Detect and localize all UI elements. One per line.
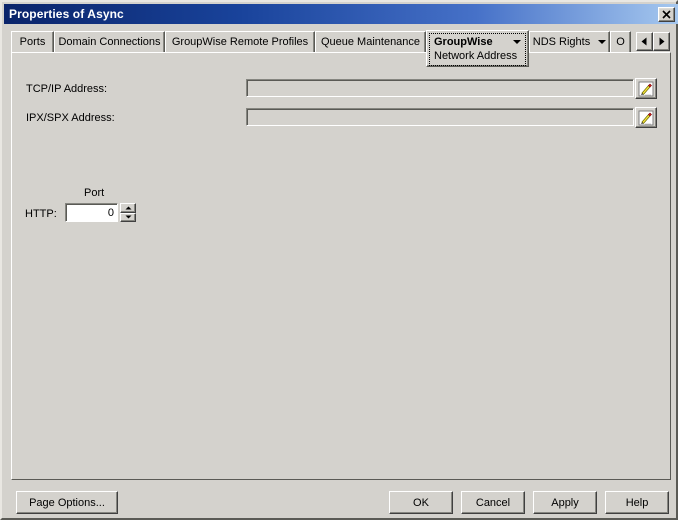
tab-groupwise-sublabel: Network Address — [434, 50, 518, 62]
tcpip-address-input[interactable] — [246, 79, 634, 97]
http-port-label: HTTP: — [25, 208, 57, 220]
http-port-decrement-button[interactable] — [120, 212, 136, 222]
spinner-down-icon — [125, 215, 131, 219]
tab-groupwise[interactable]: GroupWise Network Address — [426, 30, 529, 67]
ipxspx-address-edit-button[interactable] — [635, 107, 657, 128]
tab-scroll-left-button[interactable] — [636, 32, 653, 51]
tab-nds-rights[interactable]: NDS Rights — [529, 31, 610, 52]
ipxspx-address-label: IPX/SPX Address: — [26, 112, 115, 124]
ipxspx-address-input[interactable] — [246, 108, 634, 126]
properties-dialog: Properties of Async Ports Domain Connect… — [0, 0, 678, 520]
tab-groupwise-inner: GroupWise Network Address — [429, 33, 526, 66]
tab-label: O — [616, 36, 625, 48]
tab-scroll-right-button[interactable] — [653, 32, 670, 51]
tab-other-partial[interactable]: O — [610, 31, 631, 52]
close-button[interactable] — [658, 6, 675, 22]
tab-groupwise-title-row: GroupWise — [434, 35, 521, 49]
cancel-button[interactable]: Cancel — [461, 491, 525, 514]
tab-ports[interactable]: Ports — [11, 31, 54, 52]
help-button[interactable]: Help — [605, 491, 669, 514]
tab-scroll-buttons — [636, 32, 670, 51]
chevron-right-icon — [659, 37, 665, 46]
spinner-up-icon — [125, 206, 131, 210]
pencil-icon — [638, 110, 654, 125]
tcpip-address-edit-button[interactable] — [635, 78, 657, 99]
tab-strip: Ports Domain Connections GroupWise Remot… — [11, 30, 671, 67]
tab-label: Domain Connections — [58, 36, 161, 48]
http-port-increment-button[interactable] — [120, 203, 136, 213]
chevron-down-icon[interactable] — [513, 40, 521, 44]
window-title: Properties of Async — [9, 7, 124, 21]
ok-button[interactable]: OK — [389, 491, 453, 514]
tab-groupwise-remote-profiles[interactable]: GroupWise Remote Profiles — [165, 31, 315, 52]
title-bar[interactable]: Properties of Async — [4, 4, 678, 24]
chevron-down-icon[interactable] — [598, 40, 607, 44]
tab-label: GroupWise Remote Profiles — [171, 36, 309, 48]
tab-label: NDS Rights — [532, 36, 591, 48]
tab-queue-maintenance[interactable]: Queue Maintenance — [315, 31, 426, 52]
http-port-stepper — [120, 203, 136, 222]
apply-button[interactable]: Apply — [533, 491, 597, 514]
network-address-panel: TCP/IP Address: IPX/SPX Address: Port HT… — [11, 52, 671, 480]
tab-domain-connections[interactable]: Domain Connections — [54, 31, 165, 52]
tab-label: GroupWise — [434, 36, 493, 48]
title-bar-buttons — [658, 6, 675, 22]
tcpip-address-label: TCP/IP Address: — [26, 83, 108, 95]
chevron-left-icon — [641, 37, 647, 46]
http-port-input[interactable] — [65, 203, 118, 222]
close-icon — [662, 9, 671, 19]
tab-label: Ports — [19, 36, 46, 48]
pencil-icon — [638, 81, 654, 96]
page-options-button[interactable]: Page Options... — [16, 491, 118, 514]
tab-label: Queue Maintenance — [320, 36, 421, 48]
port-column-header: Port — [84, 187, 105, 199]
